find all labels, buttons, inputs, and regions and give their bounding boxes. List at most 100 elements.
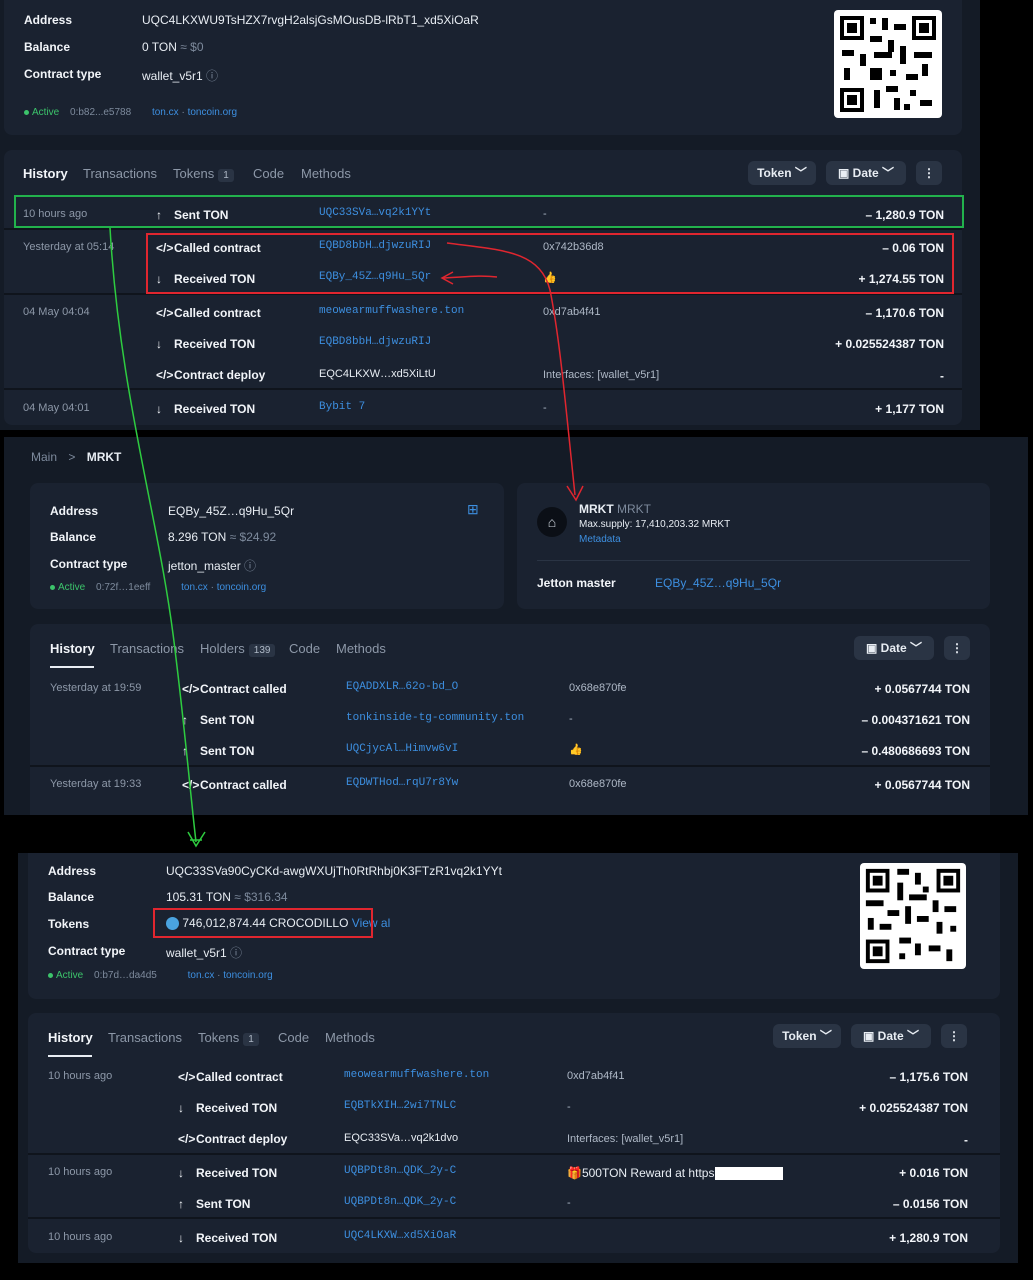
middle-history-card: History Transactions Holders 139 Code Met… bbox=[30, 624, 990, 815]
row-address[interactable]: Bybit 7 bbox=[319, 401, 365, 413]
contract-type-label: Contract type bbox=[48, 944, 126, 958]
tab-tokens[interactable]: Tokens 1 bbox=[198, 1030, 259, 1046]
chevron-right-icon: > bbox=[68, 450, 76, 464]
row-address[interactable]: EQDWTHod…rqU7r8Yw bbox=[346, 777, 458, 789]
tokens-label: Tokens bbox=[48, 917, 90, 931]
metadata-link[interactable]: Metadata bbox=[579, 534, 621, 545]
row-address[interactable]: UQBPDt8n…QDK_2y-C bbox=[344, 1165, 456, 1177]
row-time: Yesterday at 05:14 bbox=[23, 241, 115, 253]
info-icon[interactable]: ⓘ bbox=[244, 559, 256, 573]
status-row: Active 0:b7d…da4d5 ton.cx · toncoin.org bbox=[48, 970, 273, 981]
row-amount: + 0.025524387 TON bbox=[859, 1101, 968, 1115]
row-time: 10 hours ago bbox=[48, 1070, 113, 1082]
chevron-down-icon: ﹀ bbox=[907, 1029, 920, 1043]
row-amount: – 0.004371621 TON bbox=[861, 713, 970, 727]
tab-holders[interactable]: Holders 139 bbox=[200, 641, 276, 657]
tab-transactions[interactable]: Transactions bbox=[110, 641, 184, 656]
arrow-down-icon: ↓ bbox=[178, 1231, 184, 1245]
row-comment: - bbox=[543, 402, 547, 414]
green-highlight-box bbox=[14, 195, 964, 228]
tab-methods[interactable]: Methods bbox=[301, 166, 351, 181]
divider bbox=[4, 228, 962, 230]
row-time: 10 hours ago bbox=[48, 1231, 113, 1243]
row-amount: + 0.0567744 TON bbox=[874, 682, 970, 696]
tab-methods[interactable]: Methods bbox=[336, 641, 386, 656]
row-comment: 0x68e870fe bbox=[569, 682, 627, 694]
balance-label: Balance bbox=[48, 890, 95, 904]
tab-transactions[interactable]: Transactions bbox=[108, 1030, 182, 1045]
active-dot-icon bbox=[50, 584, 55, 590]
balance-value: 8.296 TON ≈ $24.92 bbox=[168, 530, 277, 544]
row-address[interactable]: UQC4LKXW…xd5XiOaR bbox=[344, 1230, 456, 1242]
tab-code[interactable]: Code bbox=[289, 641, 320, 656]
toncx-link[interactable]: ton.cx bbox=[181, 582, 208, 593]
row-amount: + 1,177 TON bbox=[875, 402, 944, 416]
toncoin-link[interactable]: toncoin.org bbox=[217, 582, 266, 593]
tab-code[interactable]: Code bbox=[278, 1030, 309, 1045]
code-icon: </> bbox=[182, 778, 200, 792]
qr-code bbox=[834, 10, 942, 118]
jetton-master-link[interactable]: EQBy_45Z…q9Hu_5Qr bbox=[655, 576, 781, 590]
token-filter-button[interactable]: Token ﹀ bbox=[748, 161, 816, 185]
tab-history[interactable]: History bbox=[50, 641, 95, 656]
qr-small-icon[interactable]: ⊞ bbox=[467, 501, 479, 518]
calendar-icon: ▣ bbox=[865, 641, 878, 655]
jetton-supply: Max.supply: 17,410,203.32 MRKT bbox=[579, 519, 731, 530]
row-amount: + 0.025524387 TON bbox=[835, 337, 944, 351]
more-button[interactable]: ⋮ bbox=[941, 1024, 967, 1048]
row-address[interactable]: meowearmuffwashere.ton bbox=[319, 305, 464, 317]
row-comment: Interfaces: [wallet_v5r1] bbox=[543, 369, 660, 381]
row-time: Yesterday at 19:59 bbox=[50, 682, 142, 694]
status-row: Active 0:72f…1eeff ton.cx · toncoin.org bbox=[50, 582, 266, 593]
contract-type-value: wallet_v5r1 ⓘ bbox=[166, 946, 243, 960]
address-value[interactable]: EQBy_45Z…q9Hu_5Qr bbox=[168, 504, 294, 518]
row-address[interactable]: meowearmuffwashere.ton bbox=[344, 1069, 489, 1081]
date-filter-button[interactable]: ▣ Date ﹀ bbox=[854, 636, 934, 660]
row-time: 04 May 04:01 bbox=[23, 402, 90, 414]
active-tab-underline bbox=[48, 1055, 92, 1057]
toncx-link[interactable]: ton.cx bbox=[188, 970, 215, 981]
toncoin-link[interactable]: toncoin.org bbox=[188, 107, 237, 118]
row-address[interactable]: UQBPDt8n…QDK_2y-C bbox=[344, 1196, 456, 1208]
jetton-master-label: Jetton master bbox=[537, 576, 616, 590]
more-button[interactable]: ⋮ bbox=[944, 636, 970, 660]
info-icon[interactable]: ⓘ bbox=[206, 69, 218, 83]
breadcrumb: Main > MRKT bbox=[31, 450, 121, 464]
tab-tokens[interactable]: Tokens 1 bbox=[173, 166, 234, 182]
redacted-url bbox=[715, 1167, 784, 1181]
calendar-icon: ▣ bbox=[837, 166, 850, 180]
row-address[interactable]: EQBD8bbH…djwzuRIJ bbox=[319, 336, 431, 348]
balance-label: Balance bbox=[50, 530, 97, 544]
address-value[interactable]: UQC4LKXWU9TsHZX7rvgH2alsjGsMOusDB-lRbT1_… bbox=[142, 13, 479, 27]
row-address[interactable]: tonkinside-tg-community.ton bbox=[346, 712, 524, 724]
row-comment: 👍 bbox=[569, 744, 583, 756]
address-value[interactable]: UQC33SVa90CyCKd-awgWXUjTh0RtRhbj0K3FTzR1… bbox=[166, 864, 502, 878]
chevron-down-icon: ﹀ bbox=[882, 166, 895, 180]
breadcrumb-main[interactable]: Main bbox=[31, 450, 57, 464]
row-address[interactable]: UQCjycAl…Himvw6vI bbox=[346, 743, 458, 755]
middle-address-card: Address EQBy_45Z…q9Hu_5Qr ⊞ Balance 8.29… bbox=[30, 483, 504, 609]
more-button[interactable]: ⋮ bbox=[916, 161, 942, 185]
tab-code[interactable]: Code bbox=[253, 166, 284, 181]
date-filter-button[interactable]: ▣ Date ﹀ bbox=[851, 1024, 931, 1048]
row-address[interactable]: EQADDXLR…62o-bd_O bbox=[346, 681, 458, 693]
toncoin-link[interactable]: toncoin.org bbox=[223, 970, 272, 981]
row-action: </>Called contract bbox=[178, 1070, 283, 1084]
row-amount: - bbox=[940, 369, 944, 383]
calendar-icon: ▣ bbox=[862, 1029, 875, 1043]
date-filter-button[interactable]: ▣ Date ﹀ bbox=[826, 161, 906, 185]
toncx-link[interactable]: ton.cx bbox=[152, 107, 179, 118]
tab-history[interactable]: History bbox=[23, 166, 68, 181]
row-time: 04 May 04:04 bbox=[23, 306, 90, 318]
info-icon[interactable]: ⓘ bbox=[230, 946, 242, 960]
address-label: Address bbox=[50, 504, 99, 518]
row-action: ↓ Received TON bbox=[178, 1231, 278, 1245]
tab-methods[interactable]: Methods bbox=[325, 1030, 375, 1045]
tab-history[interactable]: History bbox=[48, 1030, 93, 1045]
address-label: Address bbox=[24, 13, 73, 27]
tab-transactions[interactable]: Transactions bbox=[83, 166, 157, 181]
row-action: </>Contract called bbox=[182, 778, 287, 792]
row-address[interactable]: EQBTkXIH…2wi7TNLC bbox=[344, 1100, 456, 1112]
token-filter-button[interactable]: Token ﹀ bbox=[773, 1024, 841, 1048]
status-badge: Active bbox=[56, 970, 84, 981]
